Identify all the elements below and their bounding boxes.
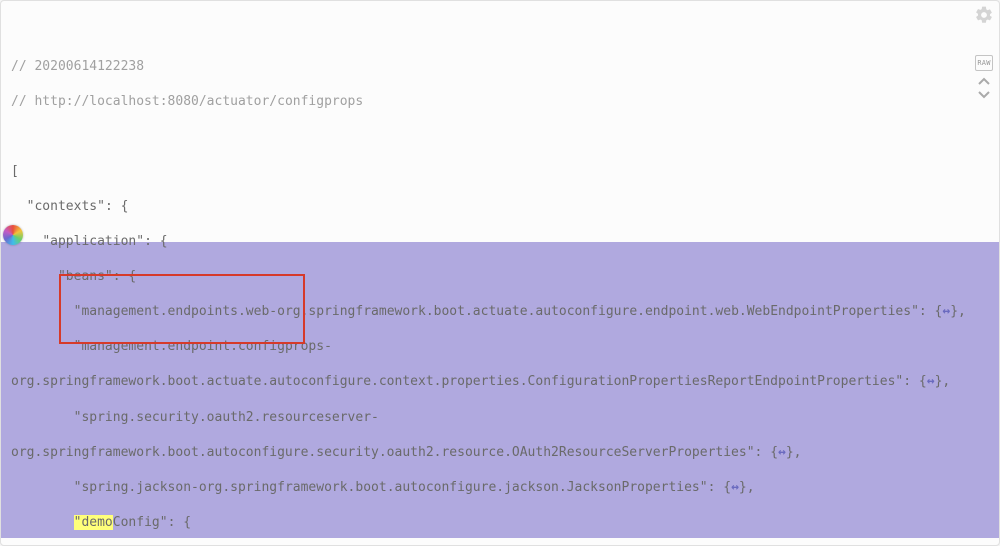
raw-toggle-button[interactable]: RAW xyxy=(975,55,993,71)
collapse-toggle-icon[interactable]: ↔ xyxy=(927,374,935,389)
code-area[interactable]: // 20200614122238 // http://localhost:80… xyxy=(5,5,971,541)
blank-line xyxy=(5,128,971,146)
gear-icon[interactable] xyxy=(974,5,994,25)
bean-jackson[interactable]: "spring.jackson-org.springframework.boot… xyxy=(5,479,971,497)
bean-oauth2-b[interactable]: org.springframework.boot.autoconfigure.s… xyxy=(5,444,971,462)
controls-column: RAW xyxy=(973,5,995,99)
comment-line-url: // http://localhost:8080/actuator/config… xyxy=(5,93,971,111)
bean-oauth2-a: "spring.security.oauth2.resourceserver- xyxy=(5,409,971,427)
bean-demo-config: "demoConfig": { xyxy=(5,514,971,532)
color-wheel-icon xyxy=(3,225,23,245)
collapse-toggle-icon[interactable]: ↔ xyxy=(731,480,739,495)
bean-configprops-a: "management.endpoint.configprops- xyxy=(5,338,971,356)
bean-web-endpoint[interactable]: "management.endpoints.web-org.springfram… xyxy=(5,303,971,321)
json-application-key: "application": { xyxy=(5,233,971,251)
chevron-up-icon[interactable] xyxy=(977,77,991,87)
collapse-toggle-icon[interactable]: ↔ xyxy=(778,445,786,460)
json-root-open: [ xyxy=(5,163,971,181)
json-viewer-window: // 20200614122238 // http://localhost:80… xyxy=(0,0,1000,546)
json-beans-key: "beans": { xyxy=(5,268,971,286)
bean-configprops-b[interactable]: org.springframework.boot.actuate.autocon… xyxy=(5,373,971,391)
json-contexts-key: "contexts": { xyxy=(5,198,971,216)
json-content: // 20200614122238 // http://localhost:80… xyxy=(5,40,971,546)
chevron-down-icon[interactable] xyxy=(977,89,991,99)
comment-line-timestamp: // 20200614122238 xyxy=(5,58,971,76)
